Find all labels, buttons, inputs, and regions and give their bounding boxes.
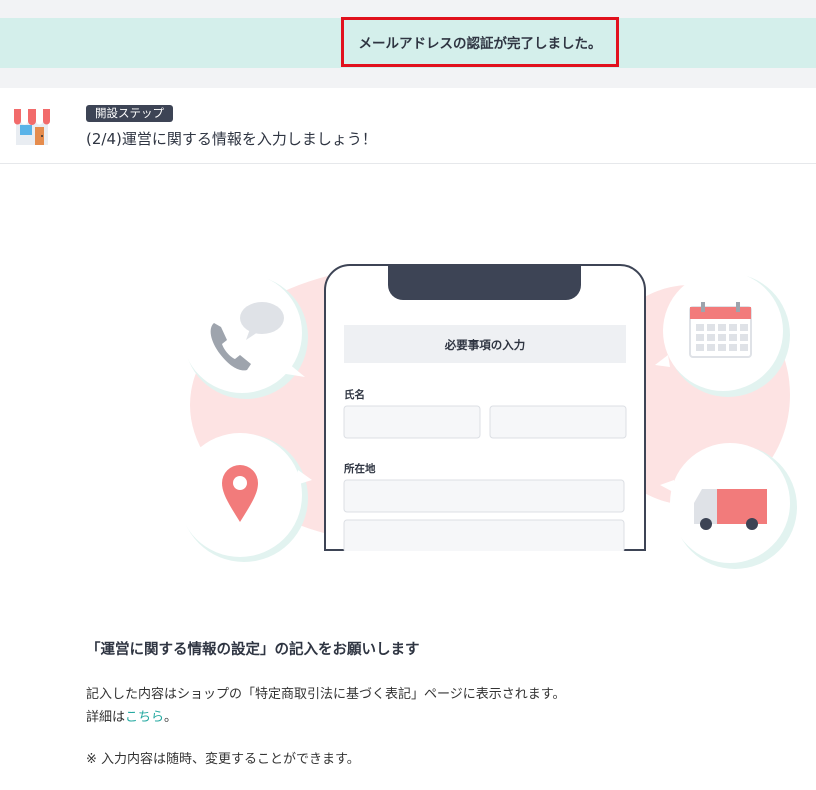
calendar-icon [689, 302, 752, 358]
shop-icon [14, 109, 50, 145]
notice-text: メールアドレスの認証が完了しました。 [358, 36, 602, 52]
details-prefix: 詳細は [86, 710, 126, 725]
onboarding-illustration: 必要事項の入力 氏名 所在地 [178, 264, 797, 575]
section-spacer [0, 68, 816, 88]
form-header-text: 必要事項の入力 [444, 338, 526, 352]
top-spacer [0, 0, 816, 18]
details-link[interactable]: こちら [125, 710, 164, 725]
details-suffix: 。 [164, 710, 178, 725]
verification-success-message: メールアドレスの認証が完了しました。 [341, 17, 619, 67]
details-line: 詳細はこちら。 [86, 706, 177, 725]
step-header: 開設ステップ (2/4)運営に関する情報を入力しましょう！ [0, 88, 816, 164]
name-label: 氏名 [344, 388, 365, 401]
phone-notch [388, 265, 581, 300]
step-title: (2/4)運営に関する情報を入力しましょう！ [86, 130, 377, 148]
note-text: ※ 入力内容は随時、変更することができます。 [86, 752, 360, 767]
description-text: 記入した内容はショップの「特定商取引法に基づく表記」ページに表示されます。 [86, 687, 566, 702]
phone-mockup: 必要事項の入力 氏名 所在地 [320, 264, 650, 575]
name-field-first [489, 405, 627, 439]
step-badge: 開設ステップ [86, 105, 173, 122]
section-heading: 「運営に関する情報の設定」の記入をお願いします [86, 642, 420, 658]
speech-bubble-icon [240, 302, 284, 334]
name-field-last [343, 405, 481, 439]
truck-icon [694, 489, 767, 530]
address-label: 所在地 [344, 462, 376, 475]
address-field-2 [343, 519, 625, 553]
address-field-1 [343, 479, 625, 513]
